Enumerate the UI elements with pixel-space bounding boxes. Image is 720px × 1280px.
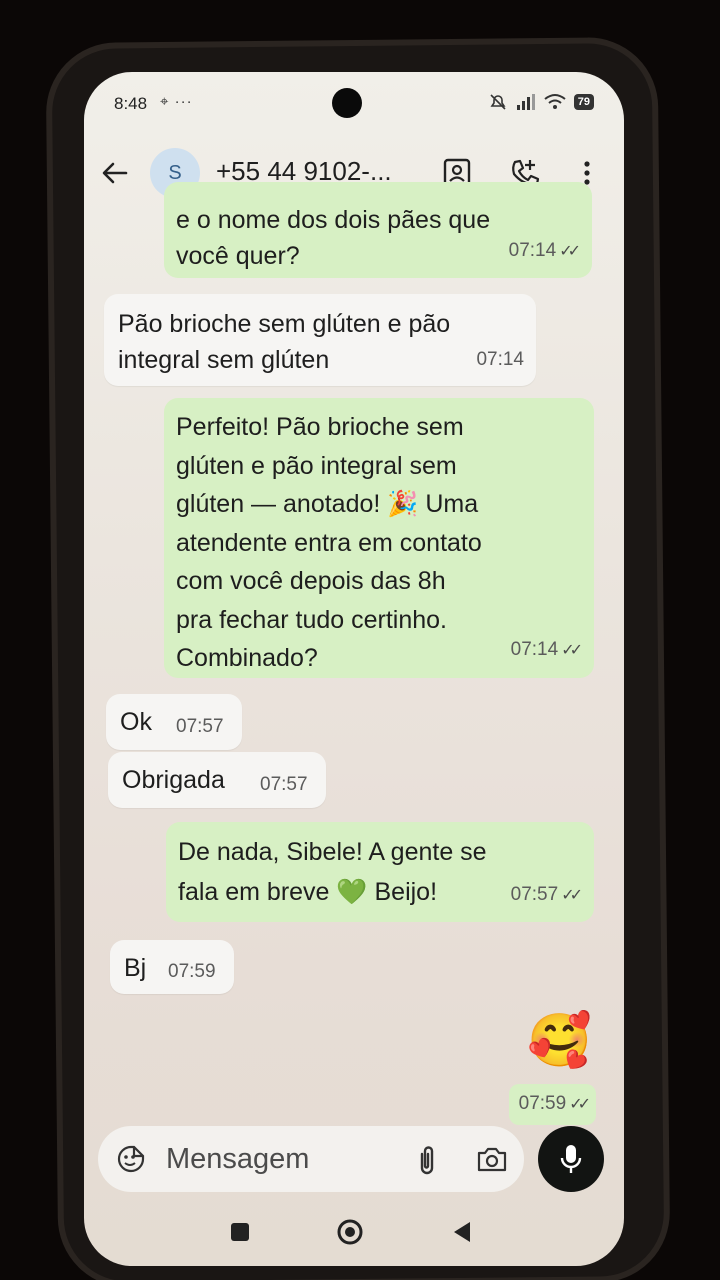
message-time: 07:57 [260,774,308,795]
sticker-icon[interactable] [116,1144,146,1174]
message-text: Bj [124,954,147,982]
message-text: Ok [120,708,152,736]
microphone-icon [560,1145,582,1173]
incoming-message[interactable]: Pão brioche sem glúten e pão integral se… [104,294,536,386]
status-time: 8:48 [114,94,148,113]
message-time: 07:59 ✓✓ [508,1084,596,1125]
battery-indicator: 79 [573,94,594,110]
message-time: 07:14 [476,349,524,370]
front-camera [332,88,362,118]
mute-icon [490,94,506,110]
home-icon[interactable] [336,1218,364,1246]
message-text: Obrigada [122,766,225,794]
phone-screen: 8:48 ⌖ ··· 79 S +55 44 9102-... e o nome… [84,72,624,1266]
incoming-message[interactable]: Bj 07:59 [110,940,234,994]
message-composer [98,1126,524,1192]
message-time: 07:14 ✓✓ [510,638,583,660]
outgoing-message[interactable]: e o nome dos dois pães que você quer? 07… [164,182,592,278]
outgoing-message[interactable]: Perfeito! Pão brioche sem glúten e pão i… [164,398,594,678]
message-text: Pão brioche sem glúten e pão [118,310,451,338]
message-text: Perfeito! Pão brioche sem [176,413,464,441]
read-checkmarks-icon: ✓✓ [561,887,583,904]
back-arrow-icon[interactable] [98,156,132,190]
back-nav-icon[interactable] [452,1220,472,1244]
read-checkmarks-icon: ✓✓ [569,1096,591,1113]
message-text: atendente entra em contato [176,528,482,557]
read-checkmarks-icon: ✓✓ [561,641,583,659]
message-time: 07:57 ✓✓ [510,884,583,905]
voice-record-button[interactable] [538,1126,604,1192]
status-notification-icons: ⌖ ··· [160,93,193,110]
message-text: glúten — anotado! 🎉 Uma [176,490,479,518]
message-text: com você depois das 8h [176,567,446,595]
status-bar: 8:48 ⌖ ··· 79 [84,88,624,118]
outgoing-message[interactable]: De nada, Sibele! A gente se fala em brev… [166,822,594,922]
message-text: De nada, Sibele! A gente se [178,838,487,866]
message-time: 07:14 ✓✓ [508,240,581,261]
message-text: glúten e pão integral sem [176,451,457,480]
wifi-icon [544,94,566,109]
incoming-message[interactable]: Obrigada 07:57 [108,752,326,808]
message-input[interactable] [166,1141,396,1177]
camera-icon[interactable] [476,1144,508,1174]
signal-icon [516,94,535,110]
system-navigation-bar [84,1212,624,1252]
message-time: 07:57 [176,716,224,737]
incoming-message[interactable]: Ok 07:57 [106,694,242,750]
emoji-reaction: 🥰 [527,1012,592,1070]
outgoing-emoji-message[interactable]: 🥰 07:59 ✓✓ [484,1006,596,1130]
attach-icon[interactable] [414,1144,440,1176]
status-icons: 79 [488,92,594,112]
message-time: 07:59 [168,961,216,982]
read-checkmarks-icon: ✓✓ [559,243,581,260]
recents-icon[interactable] [230,1222,250,1242]
message-text: integral sem glúten [118,346,330,374]
